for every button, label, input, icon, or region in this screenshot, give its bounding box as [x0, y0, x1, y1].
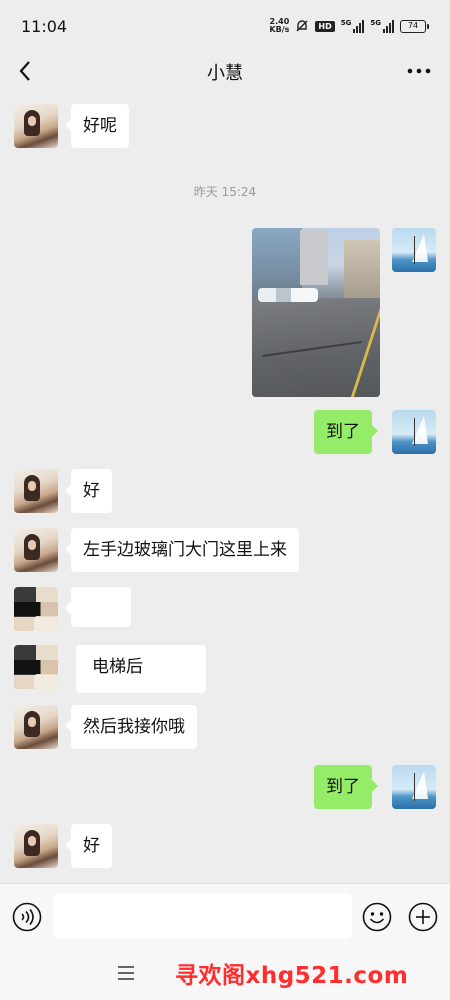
contact-avatar[interactable]: [14, 104, 58, 148]
input-bar: 寻欢阁xhg521.com: [0, 883, 450, 1000]
contact-avatar[interactable]: [14, 587, 58, 631]
contact-avatar[interactable]: [14, 645, 58, 689]
battery-icon: 74: [400, 19, 429, 33]
status-time: 11:04: [21, 17, 68, 36]
chat-header: 小慧: [0, 52, 450, 90]
mute-bell-icon: [296, 20, 308, 32]
message-bubble[interactable]: 电梯后: [76, 645, 206, 693]
status-icons: 2.40 KB/s HD 5G 5G 74: [269, 16, 429, 36]
signal-icon: 5G: [370, 19, 394, 33]
menu-icon[interactable]: [115, 964, 137, 982]
photo-cars: [258, 288, 318, 302]
message-bubble[interactable]: 到了: [314, 410, 378, 454]
message-bubble[interactable]: 好呢: [65, 104, 129, 148]
message-bubble[interactable]: 然后我接你哦: [65, 705, 197, 749]
network-speed: 2.40 KB/s: [269, 17, 290, 34]
contact-avatar[interactable]: [14, 705, 58, 749]
photo-tower: [300, 230, 328, 285]
my-avatar[interactable]: [392, 410, 436, 454]
emoji-icon[interactable]: [362, 902, 392, 932]
message-timestamp: 昨天 15:24: [193, 185, 257, 199]
contact-avatar[interactable]: [14, 469, 58, 513]
my-avatar[interactable]: [392, 228, 436, 272]
message-bubble[interactable]: 左手边玻璃门大门这里上来: [65, 528, 299, 572]
message-bubble[interactable]: 好: [65, 824, 112, 868]
my-avatar[interactable]: [392, 765, 436, 809]
hd-badge: HD: [315, 20, 335, 32]
voice-icon[interactable]: [12, 902, 42, 932]
message-bubble[interactable]: 到了: [314, 765, 378, 809]
contact-avatar[interactable]: [14, 528, 58, 572]
more-dots-icon[interactable]: [406, 59, 432, 83]
chat-title: 小慧: [207, 63, 243, 84]
signal-icon: 5G: [341, 19, 365, 33]
message-bubble[interactable]: 好: [65, 469, 112, 513]
watermark-text: 寻欢阁xhg521.com: [175, 963, 409, 989]
image-message[interactable]: [252, 228, 380, 397]
message-input[interactable]: [54, 893, 352, 939]
message-bubble[interactable]: [65, 587, 131, 627]
message-text: 电梯后: [92, 657, 143, 677]
status-bar: 11:04 2.40 KB/s HD 5G 5G 74: [0, 0, 450, 52]
contact-avatar[interactable]: [14, 824, 58, 868]
photo-building: [344, 240, 380, 300]
plus-icon[interactable]: [408, 902, 438, 932]
